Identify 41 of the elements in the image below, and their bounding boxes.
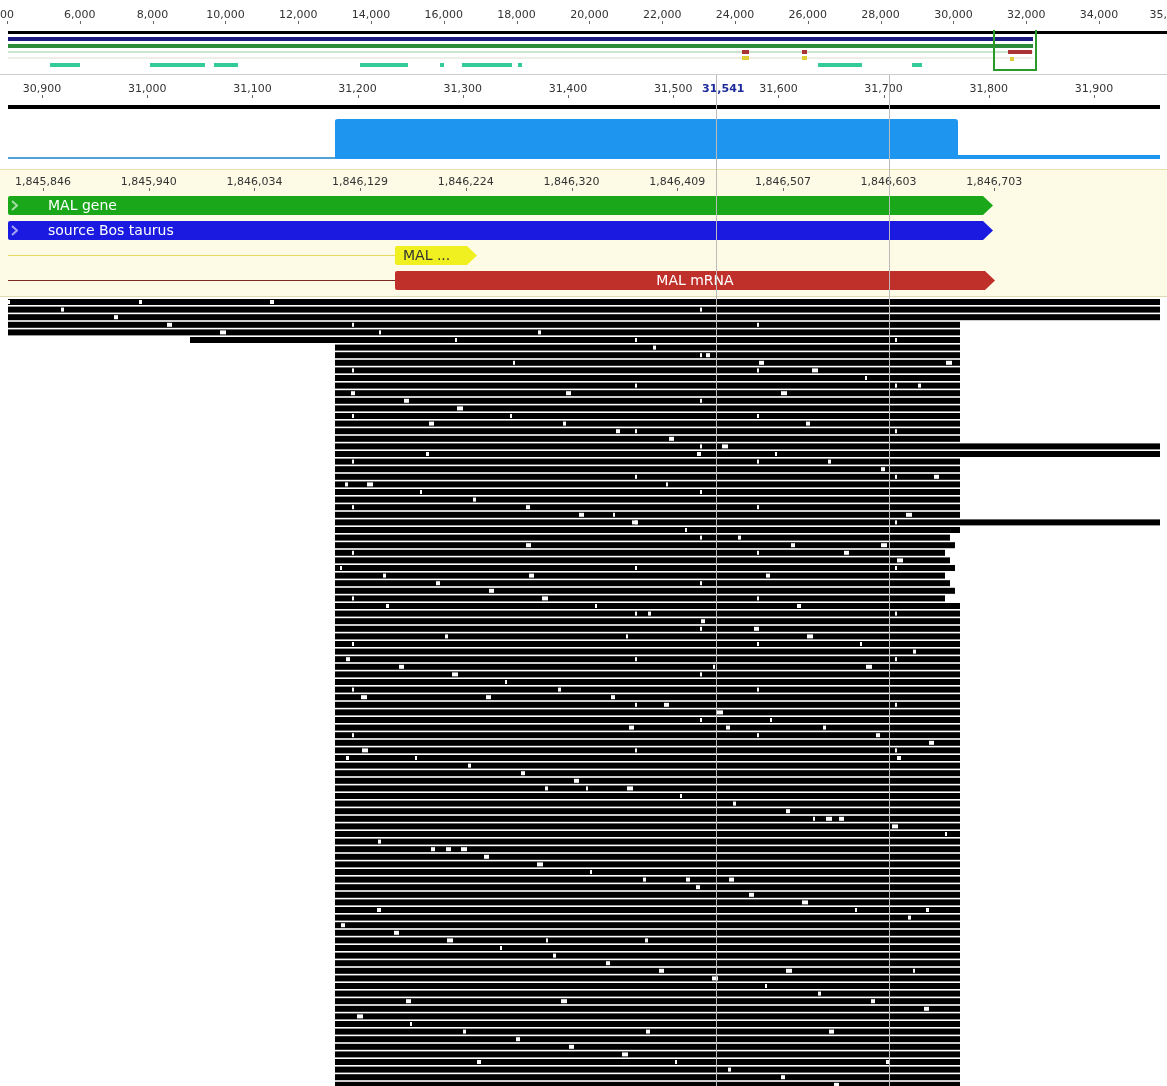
chevron-icon (11, 225, 18, 236)
ruler-label: 30,000 (934, 9, 973, 20)
ruler-label: 31,800 (969, 83, 1009, 94)
ruler-label: 31,000 (127, 83, 167, 94)
ruler-label: 31,100 (233, 83, 272, 94)
ruler-label: 22,000 (642, 9, 682, 20)
ruler-label: 31,900 (1074, 83, 1114, 94)
ruler-label: 31,500 (653, 83, 693, 94)
ruler-label: 1,846,224 (437, 176, 494, 187)
ruler-label: 14,000 (351, 9, 391, 20)
ruler-label: 31,400 (548, 83, 588, 94)
ruler-label: 31,700 (864, 83, 903, 94)
ruler-label: 18,000 (497, 9, 536, 20)
ruler-label: 1,846,129 (332, 176, 389, 187)
ruler-label: 28,000 (861, 9, 900, 20)
ruler-label: 35, (1149, 9, 1167, 20)
ruler-label: 20,000 (570, 9, 609, 20)
ruler-label: 16,000 (424, 9, 464, 20)
ruler-label: 32,000 (1006, 9, 1046, 20)
ruler-label: 12,000 (278, 9, 318, 20)
ruler-label: 1,846,320 (543, 176, 600, 187)
ruler-label: 31,200 (338, 83, 377, 94)
chevron-icon (11, 200, 18, 211)
ruler-label: 1,846,603 (860, 176, 917, 187)
cursor-position-label: 31,541 (700, 83, 747, 94)
ruler-label: 1,845,846 (15, 176, 71, 187)
ruler-label: 10,000 (206, 9, 245, 20)
ruler-label: 26,000 (788, 9, 828, 20)
ruler-label: 1,846,507 (754, 176, 811, 187)
ruler-label: 1,846,034 (226, 176, 283, 187)
ruler-label: 31,300 (443, 83, 483, 94)
ruler-label: 24,000 (715, 9, 755, 20)
ruler-label: 31,600 (759, 83, 798, 94)
ruler-label: 1,846,703 (966, 176, 1023, 187)
ruler-label: 6,000 (64, 9, 96, 20)
ruler-label: 1,846,409 (649, 176, 706, 187)
ruler-label: 34,000 (1079, 9, 1119, 20)
ruler-label: 1,845,940 (120, 176, 177, 187)
ruler-label: 8,000 (136, 9, 169, 20)
ruler-label: 00 (0, 9, 14, 20)
ruler-label: 30,900 (22, 83, 62, 94)
